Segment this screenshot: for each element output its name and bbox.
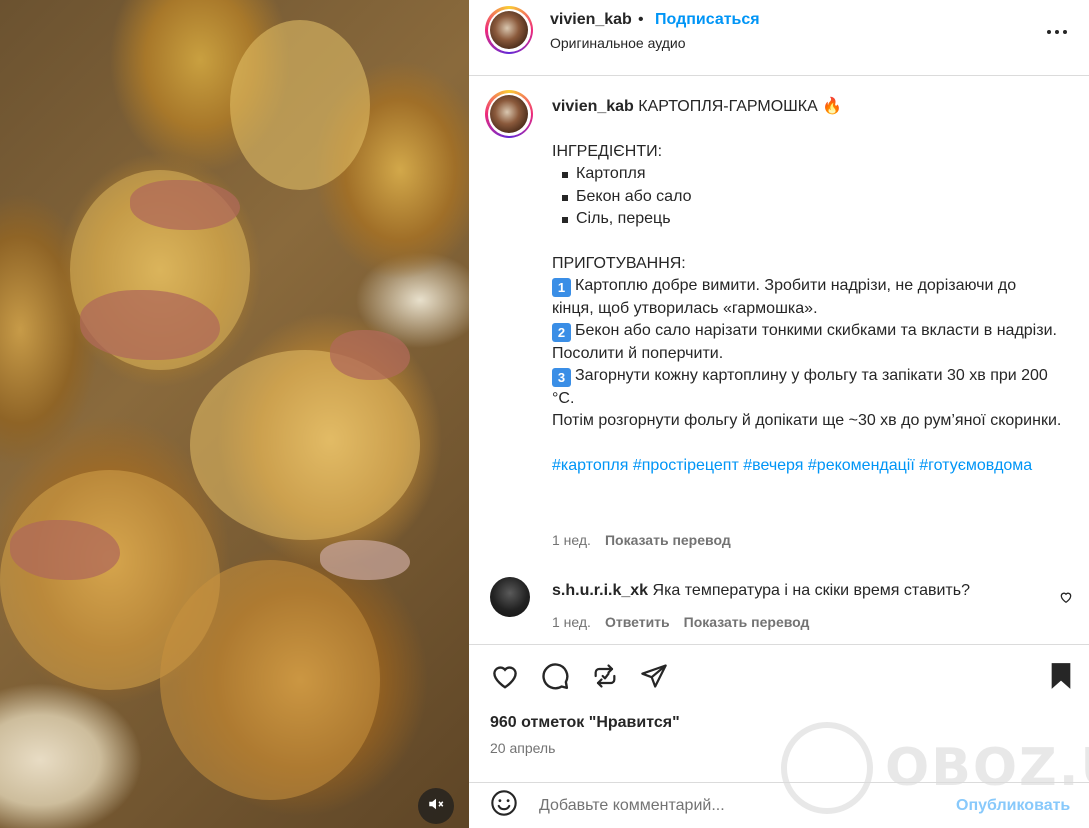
hashtag-link[interactable]: #рекомендації xyxy=(808,457,915,474)
heart-icon xyxy=(490,661,520,696)
caption-age[interactable]: 1 нед. xyxy=(552,532,591,548)
hashtag-link[interactable]: #вечеря xyxy=(743,457,803,474)
repost-button[interactable] xyxy=(587,660,623,696)
hashtag-link[interactable]: #простірецепт xyxy=(633,457,739,474)
emoji-button[interactable] xyxy=(489,789,519,822)
send-icon xyxy=(640,662,668,695)
comment-meta: 1 нед. Ответить Показать перевод xyxy=(552,614,809,630)
step-number: 3 xyxy=(552,368,571,387)
comment-age[interactable]: 1 нед. xyxy=(552,614,591,630)
publish-button[interactable]: Опубликовать xyxy=(956,797,1070,815)
commenter-avatar[interactable] xyxy=(490,577,530,617)
caption-title: КАРТОПЛЯ-ГАРМОШКА 🔥 xyxy=(638,98,843,115)
caption-meta: 1 нед. Показать перевод xyxy=(552,532,731,548)
author-avatar[interactable] xyxy=(485,6,533,54)
send-button[interactable] xyxy=(636,660,672,696)
hashtags: #картопля #простірецепт #вечеря #рекомен… xyxy=(552,455,1062,478)
heart-icon xyxy=(1059,591,1073,608)
comment-text: s.h.u.r.i.k_xk Яка температура і на скік… xyxy=(552,582,1032,600)
ingredients-list: Картопля Бекон або сало Сіль, перець xyxy=(560,163,1062,231)
reply-link[interactable]: Ответить xyxy=(605,614,670,630)
emoji-icon xyxy=(490,789,518,822)
commenter-username[interactable]: s.h.u.r.i.k_xk xyxy=(552,582,648,599)
mute-button[interactable] xyxy=(418,788,454,824)
ingredient-item: Бекон або сало xyxy=(560,186,1062,209)
comment-icon xyxy=(540,661,570,696)
more-icon xyxy=(1047,30,1051,34)
ingredient-item: Сіль, перець xyxy=(560,208,1062,231)
hashtag-link[interactable]: #готуємовдома xyxy=(919,457,1032,474)
separator-dot: • xyxy=(638,11,644,28)
step-item: 1 Картоплю добре вимити. Зробити надрізи,… xyxy=(552,277,1017,317)
more-options-button[interactable] xyxy=(1039,20,1075,44)
comment-like-button[interactable] xyxy=(1059,590,1073,609)
comment-translate-link[interactable]: Показать перевод xyxy=(684,614,810,630)
mute-icon xyxy=(427,795,445,818)
post-header: vivien_kab • Подписаться Оригинальное ау… xyxy=(469,0,1089,76)
caption: vivien_kab КАРТОПЛЯ-ГАРМОШКА 🔥 ІНГРЕДІЄН… xyxy=(469,76,1089,644)
step-item: 2 Бекон або сало нарізати тонкими скибкам… xyxy=(552,322,1057,362)
share-icon xyxy=(591,662,619,695)
post-panel: vivien_kab • Подписаться Оригинальное ау… xyxy=(469,0,1089,828)
caption-translate-link[interactable]: Показать перевод xyxy=(605,532,731,548)
step-item: 3 Загорнути кожну картоплину у фольгу та … xyxy=(552,367,1048,407)
ingredients-heading: ІНГРЕДІЄНТИ: xyxy=(552,142,663,160)
comment-body: Яка температура і на скіки время ставить… xyxy=(652,582,970,599)
follow-button[interactable]: Подписаться xyxy=(655,11,760,29)
audio-label[interactable]: Оригинальное аудио xyxy=(550,35,686,51)
add-comment-bar: Опубликовать xyxy=(469,782,1089,828)
post-media[interactable] xyxy=(0,0,469,828)
caption-username[interactable]: vivien_kab xyxy=(552,98,634,115)
save-button[interactable] xyxy=(1043,660,1079,696)
post-date[interactable]: 20 апрель xyxy=(490,740,555,756)
comment-button[interactable] xyxy=(537,660,573,696)
caption-avatar[interactable] xyxy=(485,90,533,138)
like-button[interactable] xyxy=(487,660,523,696)
comment-input[interactable] xyxy=(539,792,949,820)
bookmark-icon xyxy=(1048,662,1074,695)
divider xyxy=(469,644,1089,645)
step-number: 1 xyxy=(552,278,571,297)
likes-count[interactable]: 960 отметок "Нравится" xyxy=(490,714,680,732)
final-step: Потім розгорнути фольгу й допікати ще ~3… xyxy=(552,412,1062,429)
hashtag-link[interactable]: #картопля xyxy=(552,457,628,474)
step-number: 2 xyxy=(552,323,571,342)
action-bar xyxy=(469,658,1089,698)
steps-heading: ПРИГОТУВАННЯ: xyxy=(552,254,686,272)
author-username[interactable]: vivien_kab xyxy=(550,11,632,29)
ingredient-item: Картопля xyxy=(560,163,1062,186)
caption-text: vivien_kab КАРТОПЛЯ-ГАРМОШКА 🔥 ІНГРЕДІЄН… xyxy=(552,96,1062,477)
